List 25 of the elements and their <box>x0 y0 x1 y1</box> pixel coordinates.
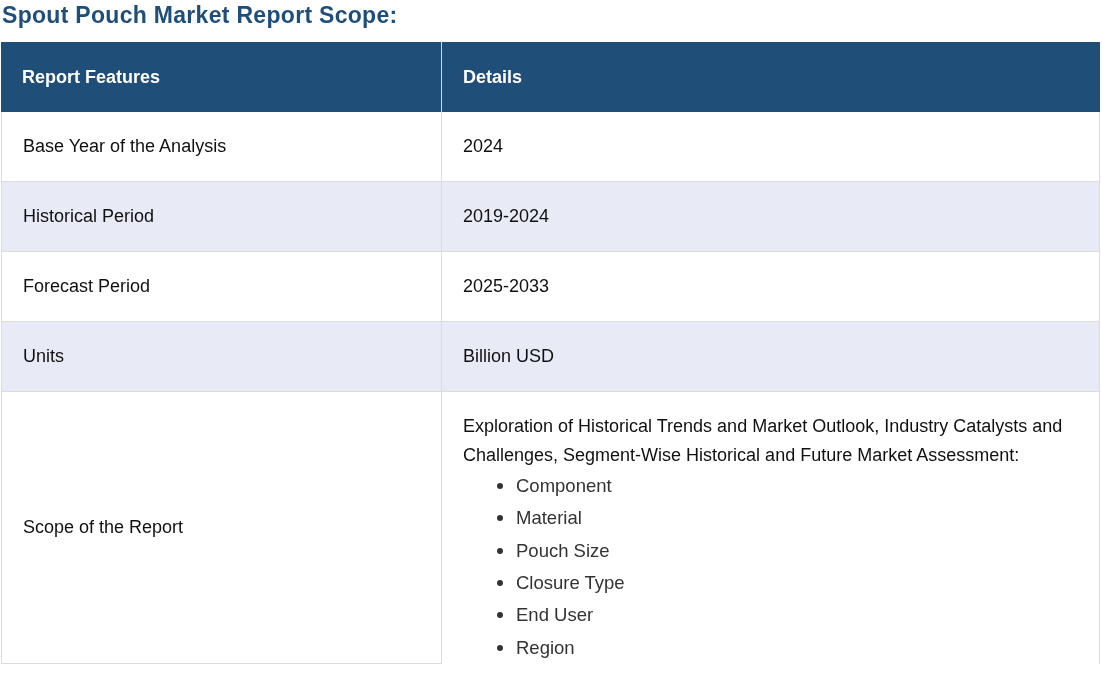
table-cell: 2024 <box>441 112 1100 182</box>
bullet-icon <box>497 515 503 522</box>
table-cell: Forecast Period <box>1 252 441 322</box>
column-header: Report Features <box>1 42 441 112</box>
table-cell: Units <box>1 322 441 392</box>
table-cell: Scope of the Report <box>1 392 441 664</box>
column-header: Details <box>441 42 1100 112</box>
list-item: Region <box>516 636 575 659</box>
list-item: Closure Type <box>516 572 625 595</box>
list-item: End User <box>516 604 594 627</box>
table-cell: 2025-2033 <box>441 252 1100 322</box>
table-cell: 2019-2024 <box>441 182 1100 252</box>
list-item: Pouch Size <box>516 539 610 562</box>
table-cell: Historical Period <box>1 182 441 252</box>
cell-text: Exploration of Historical Trends and Market Outlook, Industry Catalysts and Challenges, Segment-Wise Historical and Future Market Assessment: <box>463 415 1064 467</box>
section-heading: Spout Pouch Market Report Scope: <box>1 1 399 30</box>
list-item: Component <box>516 475 612 498</box>
bullet-icon <box>497 483 503 490</box>
table-cell: Billion USD <box>441 322 1100 392</box>
list-item: Material <box>516 507 582 530</box>
bullet-icon <box>497 612 503 619</box>
table-cell: Base Year of the Analysis <box>1 112 441 182</box>
bullet-icon <box>497 547 503 554</box>
bullet-icon <box>497 580 503 587</box>
bullet-icon <box>497 644 503 651</box>
